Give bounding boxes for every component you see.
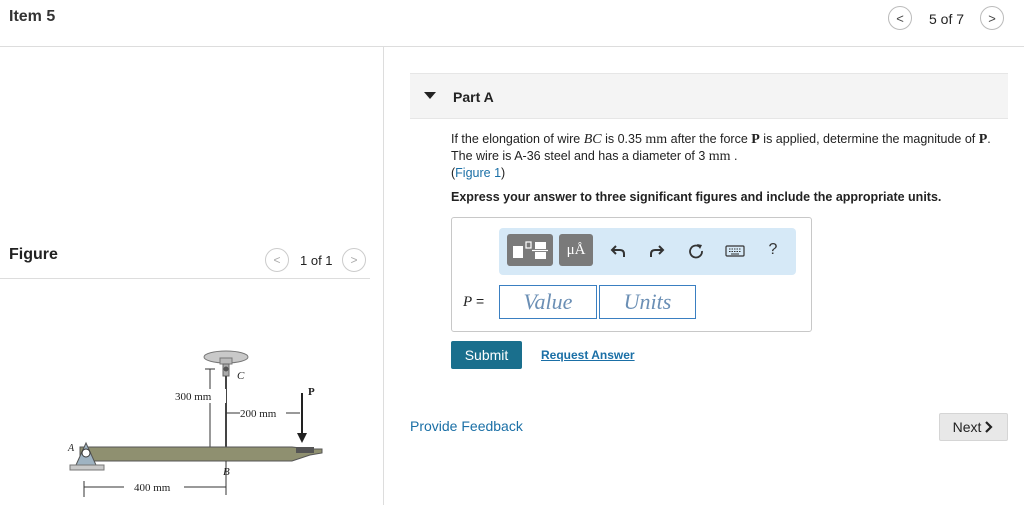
caret-down-icon[interactable]: [424, 92, 436, 99]
units-placeholder: Units: [623, 289, 672, 314]
figure-prev-button[interactable]: <: [265, 248, 289, 272]
part-header[interactable]: [410, 73, 1008, 119]
next-label: Next: [952, 419, 982, 435]
item-pager: 5 of 7: [929, 11, 965, 27]
redo-button[interactable]: [646, 240, 668, 262]
label-a: A: [67, 443, 75, 454]
figure-link[interactable]: Figure 1: [455, 166, 501, 180]
label-c: C: [237, 370, 245, 382]
value-input[interactable]: Value: [499, 285, 597, 319]
units-icon: μÅ: [566, 241, 586, 258]
dim-400: 400 mm: [134, 482, 171, 494]
units-button[interactable]: μÅ: [559, 234, 593, 266]
figure-divider: [0, 278, 370, 279]
keyboard-button[interactable]: [723, 240, 747, 262]
redo-icon: [650, 245, 665, 257]
answer-variable-label: P =: [463, 293, 485, 310]
instruction-text: Express your answer to three significant…: [451, 190, 942, 204]
keyboard-icon: [725, 245, 745, 257]
units-input[interactable]: Units: [599, 285, 696, 319]
part-title: Part A: [453, 89, 494, 105]
reset-button[interactable]: [685, 240, 707, 262]
templates-icon: [513, 241, 548, 259]
help-button[interactable]: ?: [762, 239, 784, 261]
reset-icon: [689, 244, 703, 259]
next-button[interactable]: Next: [939, 413, 1008, 441]
figure-next-button[interactable]: >: [342, 248, 366, 272]
prev-item-button[interactable]: <: [888, 6, 912, 30]
next-item-button[interactable]: >: [980, 6, 1004, 30]
undo-button[interactable]: [607, 240, 629, 262]
figure-label: Figure: [9, 246, 58, 263]
question-text: If the elongation of wire BC is 0.35 mm …: [451, 132, 991, 180]
beam: [79, 446, 323, 462]
request-answer-link[interactable]: Request Answer: [541, 348, 635, 362]
undo-icon: [610, 245, 625, 257]
value-placeholder: Value: [523, 289, 573, 314]
chevron-right-icon: >: [350, 253, 358, 267]
top-bar: [0, 0, 1024, 47]
templates-button[interactable]: [507, 234, 553, 266]
figure-pager: 1 of 1: [300, 253, 333, 268]
item-title: Item 5: [9, 8, 56, 25]
provide-feedback-link[interactable]: Provide Feedback: [410, 418, 523, 434]
chevron-left-icon: <: [896, 10, 904, 26]
chevron-left-icon: <: [273, 253, 281, 267]
label-p: P: [308, 386, 315, 398]
chevron-right-icon: [985, 421, 993, 433]
figure-diagram: C 300 mm 200 mm P A B 400 mm: [67, 350, 323, 497]
submit-button[interactable]: Submit: [451, 341, 522, 369]
label-b: B: [223, 466, 230, 478]
dim-200: 200 mm: [240, 408, 277, 420]
help-icon: ?: [768, 241, 778, 258]
panel-divider: [383, 47, 384, 505]
dim-300: 300 mm: [175, 391, 212, 403]
chevron-right-icon: >: [988, 10, 996, 26]
